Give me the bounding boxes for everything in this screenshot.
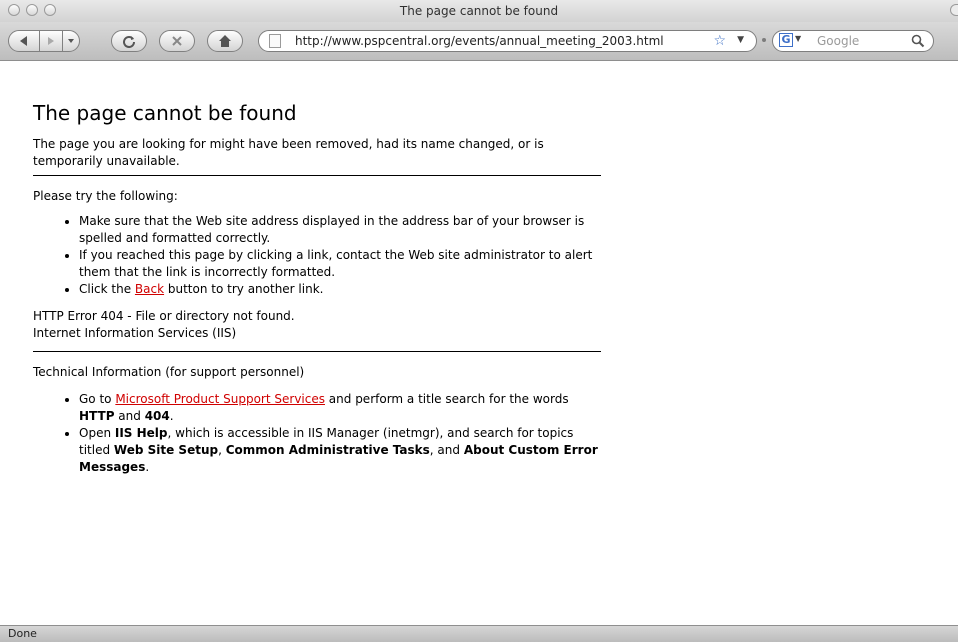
list-item-text: and perform a title search for the words: [324, 392, 569, 406]
server-line: Internet Information Services (IIS): [33, 326, 237, 340]
search-box[interactable]: G ▼ Google: [772, 30, 934, 52]
page-heading: The page cannot be found: [33, 101, 297, 125]
toolbar-toggle-icon[interactable]: [950, 4, 958, 16]
window-title: The page cannot be found: [399, 4, 559, 18]
stop-icon: [172, 36, 182, 46]
back-link[interactable]: Back: [135, 282, 164, 296]
divider: [33, 351, 601, 352]
bold-term: Common Administrative Tasks: [225, 443, 430, 457]
list-item-text: Click the: [79, 282, 135, 296]
error-code-line: HTTP Error 404 - File or directory not f…: [33, 309, 295, 323]
bold-term: 404: [144, 409, 170, 423]
suggestion-list: Make sure that the Web site address disp…: [33, 213, 601, 298]
error-page-content: The page cannot be found The page you ar…: [33, 100, 601, 484]
status-text: Done: [8, 627, 37, 640]
back-button[interactable]: [8, 30, 40, 52]
list-item-text: button to try another link.: [164, 282, 324, 296]
address-dropdown-icon[interactable]: ▼: [737, 35, 744, 45]
list-item-text: Go to: [79, 392, 116, 406]
navigation-toolbar: http://www.pspcentral.org/events/annual_…: [0, 22, 958, 61]
list-item-text: , and: [429, 443, 464, 457]
bold-term: HTTP: [79, 409, 115, 423]
back-icon: [20, 36, 27, 46]
bold-term: Web Site Setup: [113, 443, 219, 457]
list-item-text: Make sure that the Web site address disp…: [79, 214, 585, 245]
reload-button[interactable]: [111, 30, 147, 52]
history-dropdown-icon: [68, 39, 74, 43]
intro-text: The page you are looking for might have …: [33, 137, 544, 168]
home-icon: [219, 35, 231, 47]
search-engine-icon[interactable]: G: [779, 33, 793, 47]
forward-icon: [48, 37, 54, 45]
divider: [33, 175, 601, 176]
search-engine-dropdown-icon[interactable]: ▼: [795, 34, 801, 43]
address-bar[interactable]: http://www.pspcentral.org/events/annual_…: [258, 30, 757, 52]
window-titlebar: The page cannot be found: [0, 0, 958, 23]
bold-term: IIS Help: [114, 426, 168, 440]
tech-list: Go to Microsoft Product Support Services…: [33, 391, 601, 476]
forward-button[interactable]: [39, 30, 63, 52]
bookmark-star-icon[interactable]: ☆: [713, 33, 726, 49]
list-item-text: and: [114, 409, 145, 423]
list-item-text: Open: [79, 426, 115, 440]
list-item: Make sure that the Web site address disp…: [79, 213, 601, 247]
url-text[interactable]: http://www.pspcentral.org/events/annual_…: [295, 34, 664, 48]
list-item-text: .: [145, 460, 150, 474]
page-icon: [269, 34, 281, 48]
stop-button[interactable]: [159, 30, 195, 52]
status-bar: Done: [0, 625, 958, 642]
search-placeholder[interactable]: Google: [817, 34, 859, 48]
separator-dot: [762, 38, 766, 42]
list-item: Go to Microsoft Product Support Services…: [79, 391, 601, 425]
history-dropdown-button[interactable]: [62, 30, 80, 52]
list-item-text: If you reached this page by clicking a l…: [79, 248, 593, 279]
list-item: Click the Back button to try another lin…: [79, 281, 601, 298]
list-item: If you reached this page by clicking a l…: [79, 247, 601, 281]
support-services-link[interactable]: Microsoft Product Support Services: [115, 392, 325, 406]
home-button[interactable]: [207, 30, 243, 52]
tech-heading: Technical Information (for support perso…: [33, 365, 305, 379]
list-item: Open IIS Help, which is accessible in II…: [79, 425, 601, 476]
list-item-text: ,: [218, 443, 226, 457]
list-item-text: .: [169, 409, 174, 423]
reload-icon: [123, 36, 135, 48]
search-magnifier-icon[interactable]: [911, 34, 925, 48]
try-heading: Please try the following:: [33, 189, 178, 203]
